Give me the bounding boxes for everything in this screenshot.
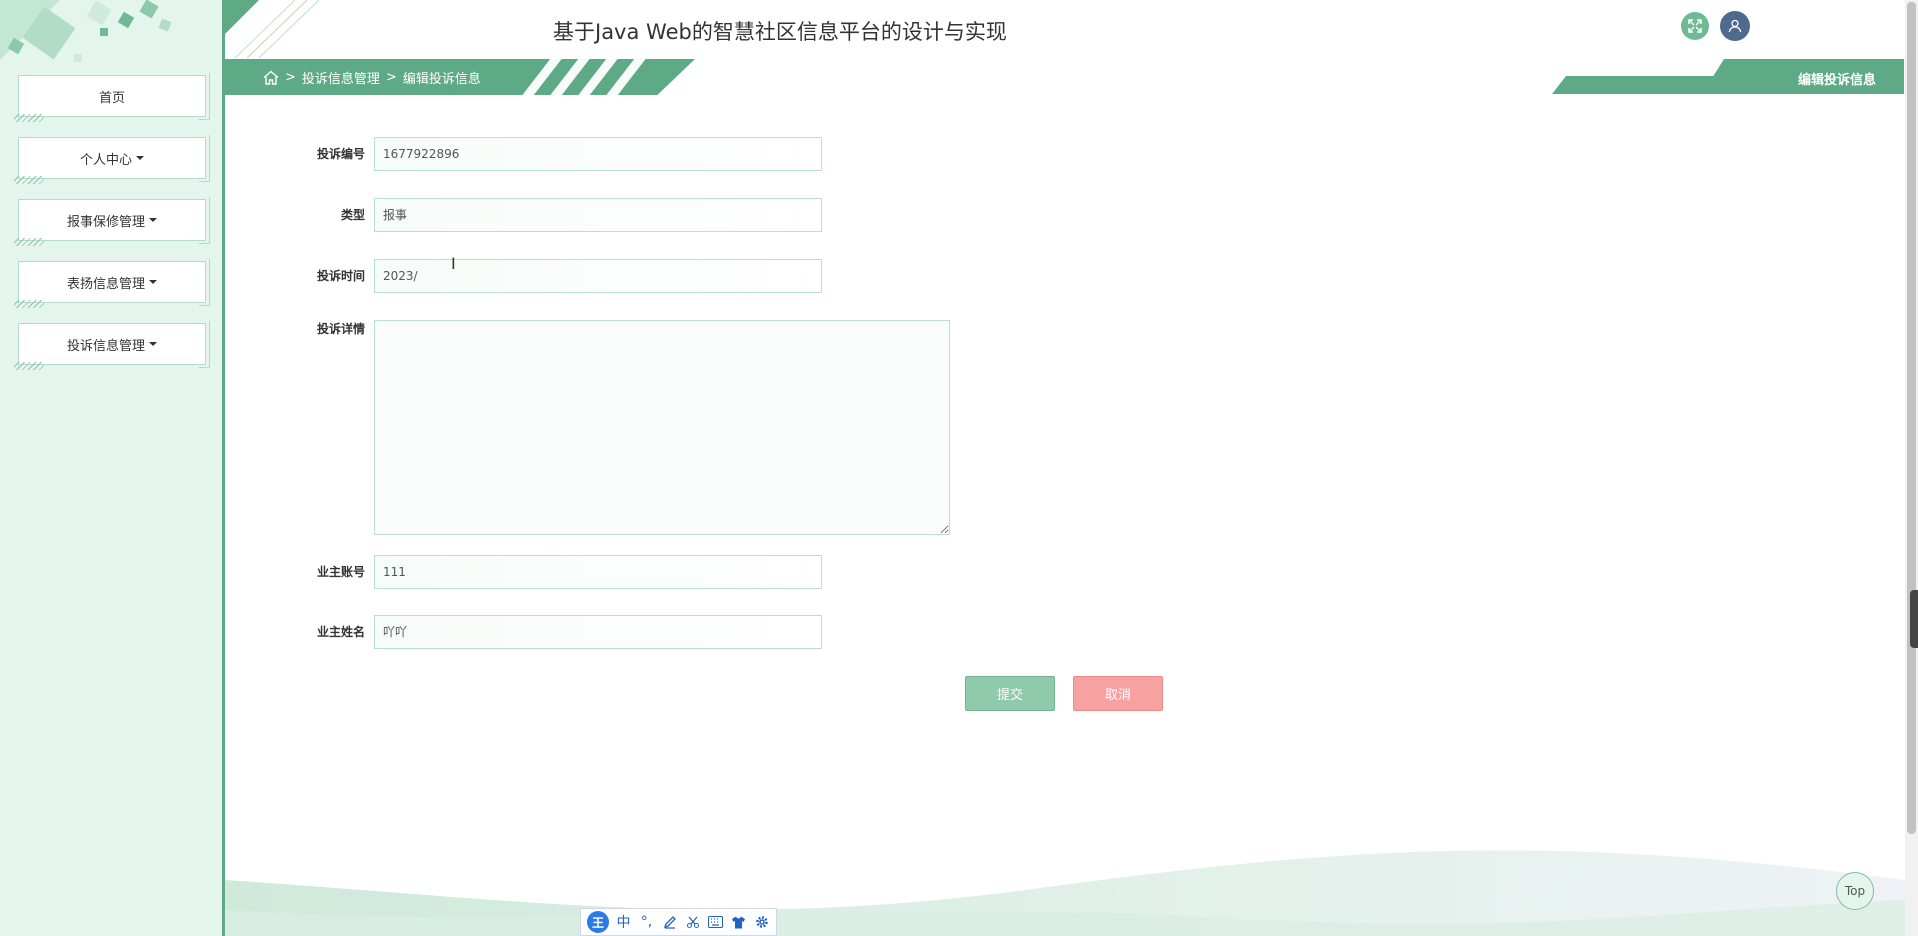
user-button[interactable] <box>1720 11 1750 41</box>
current-page-banner: 编辑投诉信息 <box>1552 59 1904 94</box>
ime-mode-toggle[interactable]: 中 <box>615 914 632 931</box>
breadcrumb-separator: > <box>385 70 397 85</box>
complaint-no-label: 投诉编号 <box>316 147 365 161</box>
submit-button[interactable]: 提交 <box>965 676 1055 711</box>
user-icon <box>1728 19 1742 33</box>
expand-icon <box>1688 19 1702 33</box>
form-row-complaint-no: 投诉编号 1677922896 <box>290 137 822 171</box>
sidebar-item-label: 首页 <box>98 90 125 106</box>
form-row-complaint-time: 投诉时间 2023/ <box>290 259 822 293</box>
type-input[interactable]: 报事 <box>374 198 822 232</box>
cancel-button[interactable]: 取消 <box>1073 676 1163 711</box>
detail-label: 投诉详情 <box>316 322 365 336</box>
bottom-wave-decoration <box>225 850 1905 936</box>
back-to-top-button[interactable]: Top <box>1836 872 1874 910</box>
breadcrumb-link-complaint-management[interactable]: 投诉信息管理 <box>302 68 380 87</box>
breadcrumb-stripes <box>521 59 647 95</box>
form-row-owner-account: 业主账号 111 <box>290 555 822 589</box>
ime-toolbar: 王 中 °, <box>580 908 777 936</box>
text-cursor-icon: I <box>451 254 456 273</box>
ime-logo[interactable]: 王 <box>587 911 609 933</box>
sidebar: 首页 个人中心 报事保修管理 表扬信息管理 投诉信息管理 <box>0 0 225 936</box>
pen-icon[interactable] <box>661 914 678 931</box>
page-scrollbar[interactable] <box>1905 0 1918 936</box>
form-row-detail: 投诉详情 <box>290 320 950 535</box>
complaint-time-input[interactable]: 2023/ <box>374 259 822 293</box>
owner-account-label: 业主账号 <box>316 565 365 579</box>
fullscreen-button[interactable] <box>1681 12 1709 40</box>
detail-textarea[interactable] <box>374 320 950 535</box>
sidebar-item-label: 表扬信息管理 <box>66 276 145 292</box>
scissors-icon[interactable] <box>684 914 701 931</box>
current-page-label: 编辑投诉信息 <box>1797 73 1876 88</box>
sidebar-item-praise-management[interactable]: 表扬信息管理 <box>14 259 210 308</box>
form-row-owner-name: 业主姓名 吖吖 <box>290 615 822 649</box>
sidebar-item-repair-management[interactable]: 报事保修管理 <box>14 197 210 246</box>
sidebar-decoration <box>0 0 172 62</box>
complaint-no-input[interactable]: 1677922896 <box>374 137 822 171</box>
type-label: 类型 <box>340 208 365 222</box>
sidebar-item-label: 投诉信息管理 <box>66 338 145 354</box>
ime-punctuation-toggle[interactable]: °, <box>638 914 655 931</box>
owner-name-input[interactable]: 吖吖 <box>374 615 822 649</box>
caret-down-icon <box>149 342 157 346</box>
breadcrumb-separator: > <box>285 70 296 85</box>
form-row-type: 类型 报事 <box>290 198 822 232</box>
sidebar-item-label: 个人中心 <box>79 152 132 168</box>
complaint-time-label: 投诉时间 <box>316 269 365 283</box>
edge-panel-handle[interactable] <box>1910 590 1918 648</box>
caret-down-icon <box>136 156 144 160</box>
caret-down-icon <box>149 218 157 222</box>
shirt-icon[interactable] <box>730 914 747 931</box>
header-decoration <box>225 0 320 58</box>
owner-name-label: 业主姓名 <box>316 625 365 639</box>
caret-down-icon <box>149 280 157 284</box>
sidebar-item-label: 报事保修管理 <box>66 214 145 230</box>
scrollbar-thumb[interactable] <box>1907 2 1916 834</box>
gear-icon[interactable] <box>753 914 770 931</box>
sidebar-item-personal-center[interactable]: 个人中心 <box>14 135 210 184</box>
breadcrumb-current: 编辑投诉信息 <box>402 72 481 87</box>
home-icon[interactable] <box>263 70 279 85</box>
header: 基于Java Web的智慧社区信息平台的设计与实现 <box>225 0 1905 58</box>
page-title: 基于Java Web的智慧社区信息平台的设计与实现 <box>553 20 1007 44</box>
form-actions: 提交 取消 <box>965 676 1163 711</box>
sidebar-item-complaint-management[interactable]: 投诉信息管理 <box>14 321 210 370</box>
sidebar-menu: 首页 个人中心 报事保修管理 表扬信息管理 投诉信息管理 <box>14 73 210 385</box>
breadcrumb: > 投诉信息管理 > 编辑投诉信息 <box>225 59 695 95</box>
owner-account-input[interactable]: 111 <box>374 555 822 589</box>
sidebar-item-home[interactable]: 首页 <box>14 73 210 122</box>
keyboard-icon[interactable] <box>707 914 724 931</box>
